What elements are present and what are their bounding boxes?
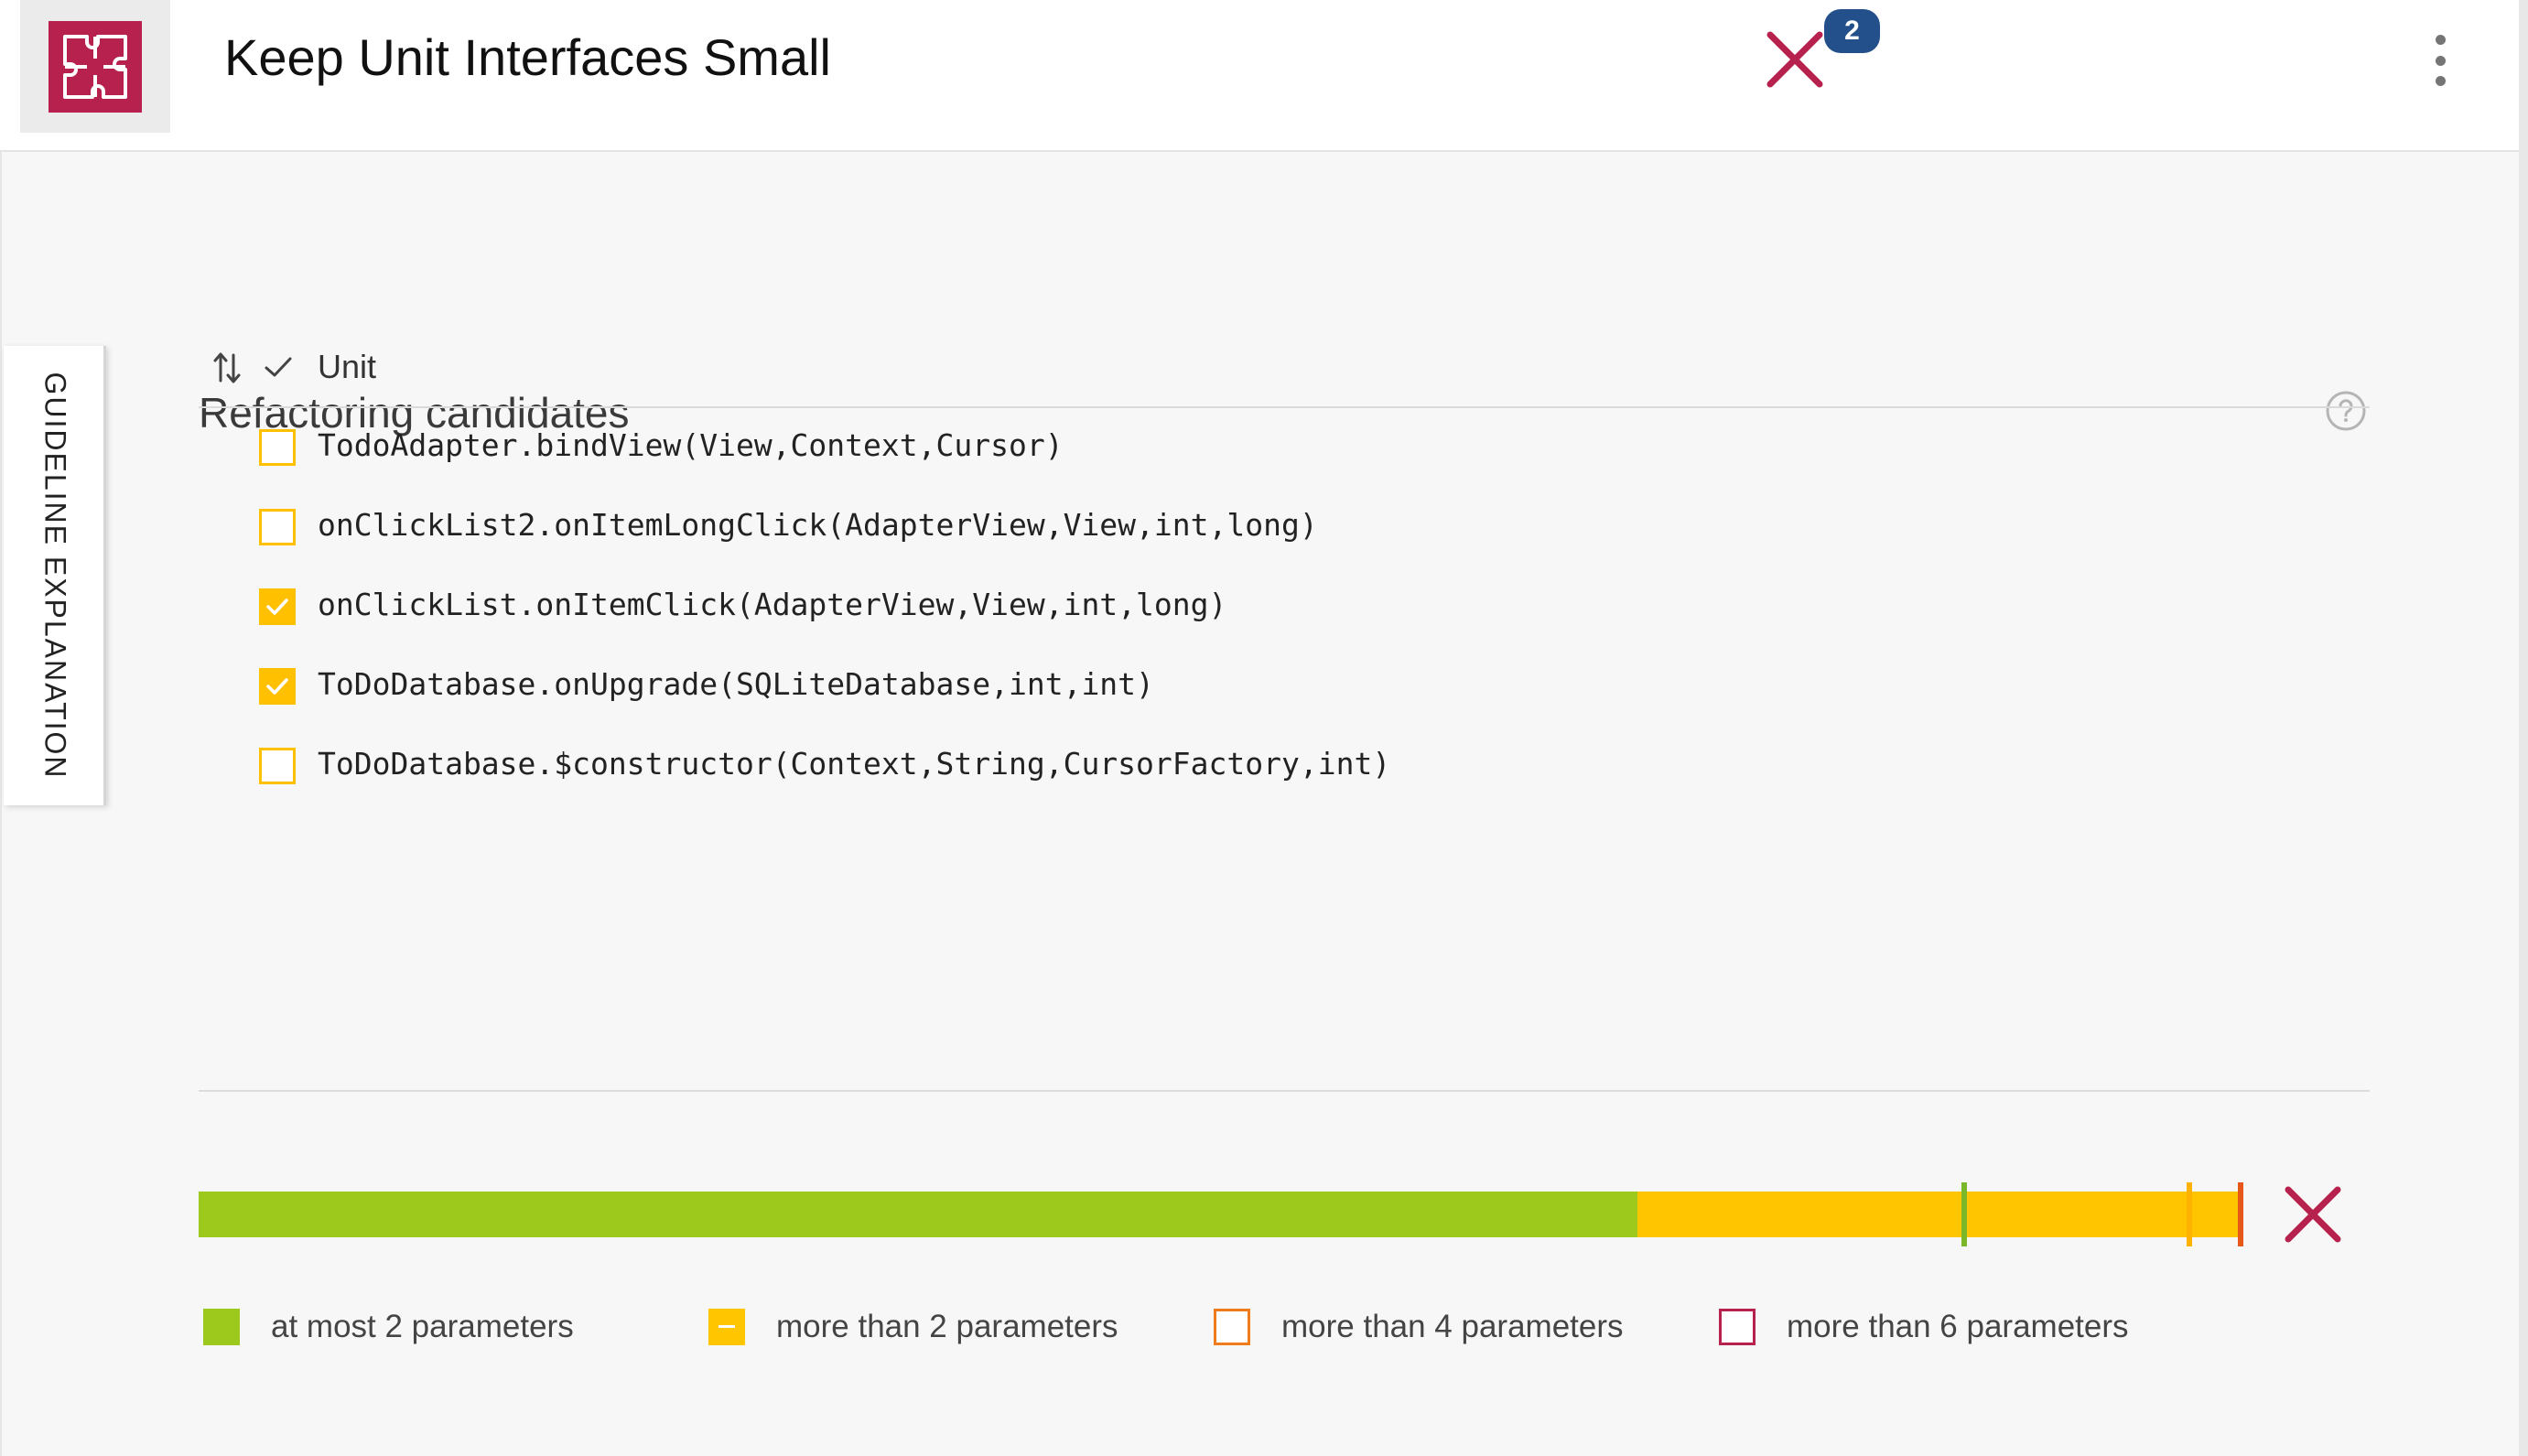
bar-segment-more-than-2: [1637, 1192, 2242, 1237]
legend-label: more than 4 parameters: [1281, 1309, 1624, 1344]
guideline-explanation-tab[interactable]: GUIDELINE EXPLANATION: [4, 346, 106, 805]
puzzle-icon: [49, 20, 142, 113]
scrollbar[interactable]: [2519, 0, 2528, 1456]
violations-count-badge: 2: [1824, 9, 1880, 53]
legend-label: at most 2 parameters: [271, 1309, 574, 1344]
checkmark-icon[interactable]: [263, 353, 294, 381]
table-header: Unit: [199, 340, 2370, 408]
bar-segment-at-most-2: [199, 1192, 1637, 1237]
threshold-marker: [2238, 1182, 2243, 1246]
row-checkbox[interactable]: [259, 748, 296, 784]
table-row[interactable]: ToDoDatabase.onUpgrade(SQLiteDatabase,in…: [199, 650, 2370, 723]
menu-dot: [2435, 55, 2446, 66]
app-header: Keep Unit Interfaces Small 2: [0, 0, 2528, 152]
legend-item: more than 6 parameters: [1719, 1306, 2129, 1348]
table-row[interactable]: onClickList.onItemClick(AdapterView,View…: [199, 570, 2370, 643]
table-row[interactable]: TodoAdapter.bindView(View,Context,Cursor…: [199, 411, 2370, 484]
unit-name: onClickList2.onItemLongClick(AdapterView…: [318, 507, 1318, 543]
unit-name: ToDoDatabase.$constructor(Context,String…: [318, 746, 1391, 782]
legend-item: more than 4 parameters: [1214, 1306, 1624, 1348]
legend-label: more than 6 parameters: [1787, 1309, 2129, 1344]
parameter-distribution-bar: [199, 1182, 2243, 1246]
x-mark-icon[interactable]: [1765, 29, 1825, 90]
checkmark-icon: [266, 599, 288, 615]
page-title: Keep Unit Interfaces Small: [224, 28, 831, 86]
table-row[interactable]: ToDoDatabase.$constructor(Context,String…: [199, 729, 2370, 803]
table-row[interactable]: onClickList2.onItemLongClick(AdapterView…: [199, 491, 2370, 564]
guideline-logo: [20, 0, 170, 133]
legend-label: more than 2 parameters: [776, 1309, 1118, 1344]
legend-item: at most 2 parameters: [203, 1306, 574, 1348]
row-checkbox[interactable]: [259, 509, 296, 545]
legend-swatch: [708, 1309, 745, 1345]
row-checkbox[interactable]: [259, 668, 296, 705]
more-vertical-icon[interactable]: [2424, 35, 2457, 86]
threshold-marker: [1961, 1182, 1967, 1246]
column-header-unit[interactable]: Unit: [318, 348, 376, 386]
unit-name: onClickList.onItemClick(AdapterView,View…: [318, 587, 1227, 622]
legend-swatch: [1719, 1309, 1756, 1345]
x-mark-icon: [2285, 1186, 2341, 1243]
checkmark-icon: [266, 678, 288, 695]
sort-arrows-icon[interactable]: [211, 350, 243, 386]
menu-dot: [2435, 76, 2446, 86]
unit-name: TodoAdapter.bindView(View,Context,Cursor…: [318, 427, 1064, 463]
legend-swatch: [203, 1309, 240, 1345]
main-content: GUIDELINE EXPLANATION Refactoring candid…: [0, 152, 2519, 1456]
legend-swatch: [1214, 1309, 1250, 1345]
guideline-explanation-label: GUIDELINE EXPLANATION: [38, 372, 72, 780]
threshold-marker: [2187, 1182, 2192, 1246]
row-checkbox[interactable]: [259, 588, 296, 625]
unit-name: ToDoDatabase.onUpgrade(SQLiteDatabase,in…: [318, 666, 1154, 702]
divider: [199, 1090, 2370, 1092]
menu-dot: [2435, 35, 2446, 45]
legend-item: more than 2 parameters: [708, 1306, 1118, 1348]
row-checkbox[interactable]: [259, 429, 296, 466]
